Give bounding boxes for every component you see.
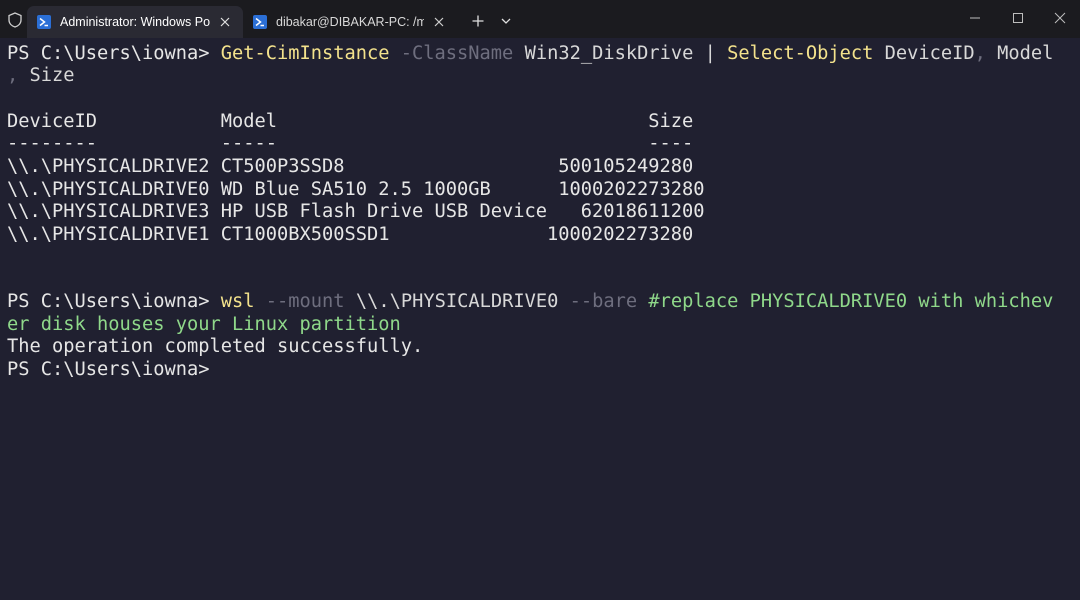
maximize-button[interactable]: [1007, 8, 1029, 28]
terminal-window: Administrator: Windows PowerShell dibaka…: [0, 0, 1080, 600]
new-tab-button[interactable]: [468, 11, 488, 31]
table-row: \\.\PHYSICALDRIVE0 WD Blue SA510 2.5 100…: [7, 179, 705, 200]
argument: \\.\PHYSICALDRIVE0: [344, 291, 559, 312]
prompt: PS C:\Users\iowna>: [7, 291, 221, 312]
plus-icon: [472, 15, 484, 27]
table-row: \\.\PHYSICALDRIVE1 CT1000BX500SSD1 10002…: [7, 224, 694, 245]
powershell-icon: [37, 15, 51, 29]
parameter: --bare: [558, 291, 638, 312]
parameter: -ClassName: [389, 43, 514, 64]
minimize-icon: [970, 17, 980, 19]
cmdlet-name: Get-CimInstance: [220, 43, 390, 64]
parameter: --mount: [254, 291, 345, 312]
table-header: DeviceID Model Size: [7, 111, 694, 132]
minimize-button[interactable]: [964, 8, 986, 28]
close-tab-button[interactable]: [217, 14, 233, 30]
tab-administrator-powershell[interactable]: Administrator: Windows PowerShell: [27, 6, 243, 38]
command-line-1: PS C:\Users\iowna> Get-CimInstance -Clas…: [7, 43, 1053, 65]
pipe-operator: |: [704, 43, 716, 64]
tab-title: dibakar@DIBAKAR-PC: /mnt/: [276, 15, 424, 29]
tab-dropdown-button[interactable]: [496, 11, 516, 31]
cmdlet-name: wsl: [220, 291, 255, 312]
table-row: \\.\PHYSICALDRIVE2 CT500P3SSD8 500105249…: [7, 156, 694, 177]
tab-title: Administrator: Windows PowerShell: [60, 15, 210, 29]
argument: Model: [985, 43, 1054, 64]
tab-dibakar-wsl[interactable]: dibakar@DIBAKAR-PC: /mnt/: [243, 6, 456, 38]
separator: ,: [974, 43, 986, 64]
close-icon: [220, 17, 230, 27]
maximize-icon: [1013, 13, 1023, 23]
close-icon: [1054, 12, 1066, 24]
close-window-button[interactable]: [1049, 8, 1071, 28]
table-underline: -------- ----- ----: [7, 133, 694, 154]
table-row: \\.\PHYSICALDRIVE3 HP USB Flash Drive US…: [7, 201, 705, 222]
powershell-icon: [253, 15, 267, 29]
comment-wrap: er disk houses your Linux partition: [7, 314, 401, 335]
cmdlet-name: Select-Object: [715, 43, 874, 64]
command-line-2: PS C:\Users\iowna> wsl --mount \\.\PHYSI…: [7, 291, 1053, 313]
command-line-1-wrap: , Size: [7, 65, 75, 87]
close-tab-button[interactable]: [431, 14, 447, 30]
close-icon: [434, 17, 444, 27]
comment: #replace PHYSICALDRIVE0 with whichev: [637, 291, 1054, 312]
argument: Win32_DiskDrive: [513, 43, 705, 64]
shield-icon: [8, 12, 22, 28]
chevron-down-icon: [501, 18, 511, 24]
command-result: The operation completed successfully.: [7, 336, 424, 357]
argument: DeviceID: [873, 43, 975, 64]
final-prompt: PS C:\Users\iowna>: [7, 359, 210, 380]
argument: Size: [18, 65, 75, 86]
terminal-output[interactable]: PS C:\Users\iowna> Get-CimInstance -Clas…: [0, 38, 1080, 600]
separator: ,: [7, 65, 19, 86]
title-bar[interactable]: Administrator: Windows PowerShell dibaka…: [0, 0, 1080, 38]
prompt: PS C:\Users\iowna>: [7, 43, 221, 64]
